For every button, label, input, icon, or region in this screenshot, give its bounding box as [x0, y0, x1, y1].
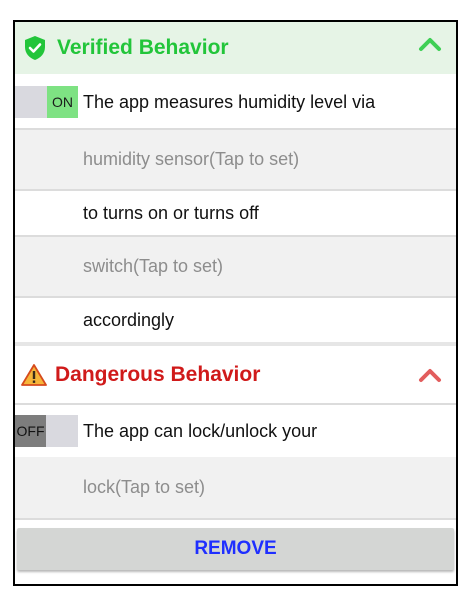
- toggle-knob-on: ON: [47, 86, 78, 118]
- rule-text-row: to turns on or turns off: [15, 191, 456, 235]
- off-toggle[interactable]: OFF: [15, 415, 78, 447]
- verified-behavior-title: Verified Behavior: [57, 36, 229, 59]
- rule-text-row: accordingly: [15, 298, 456, 342]
- device-setter-label: lock(Tap to set): [83, 477, 206, 497]
- warning-icon: [21, 363, 47, 387]
- device-setter-label: humidity sensor(Tap to set): [83, 149, 300, 169]
- chevron-up-icon[interactable]: [418, 367, 442, 388]
- verified-rule-row[interactable]: ON The app measures humidity level via: [15, 76, 456, 128]
- dangerous-behavior-title: Dangerous Behavior: [55, 362, 261, 386]
- rule-text-action: to turns on or turns off: [83, 202, 259, 223]
- toggle-knob-off: OFF: [15, 415, 46, 447]
- rule-text-end: accordingly: [83, 309, 175, 330]
- shield-check-icon: [23, 35, 47, 61]
- on-toggle[interactable]: ON: [15, 86, 78, 118]
- rule-text-trigger: The app can lock/unlock your: [83, 420, 318, 441]
- chevron-up-icon[interactable]: [418, 36, 442, 57]
- switch-setter[interactable]: switch(Tap to set): [15, 237, 456, 296]
- dangerous-behavior-header[interactable]: Dangerous Behavior: [15, 346, 456, 403]
- behavior-panel: Verified Behavior ON The app measures hu…: [13, 20, 458, 586]
- verified-behavior-header[interactable]: Verified Behavior: [15, 22, 456, 74]
- humidity-sensor-setter[interactable]: humidity sensor(Tap to set): [15, 130, 456, 189]
- rule-text-trigger: The app measures humidity level via: [83, 91, 376, 112]
- divider: [15, 518, 456, 520]
- dangerous-rule-row[interactable]: OFF The app can lock/unlock your: [15, 405, 456, 457]
- remove-button[interactable]: REMOVE: [17, 528, 454, 570]
- device-setter-label: switch(Tap to set): [83, 256, 224, 276]
- lock-setter[interactable]: lock(Tap to set): [15, 457, 456, 518]
